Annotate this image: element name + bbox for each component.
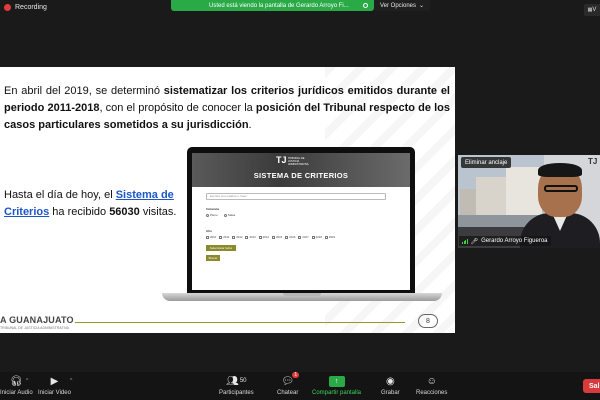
share-screen-button[interactable]: ↑ Compartir pantalla [312,374,361,396]
year-checkbox: 2016 [285,235,295,239]
participant-hair [538,163,582,177]
screen-share-banner: Usted está viendo la pantalla de Gerardo… [171,0,374,11]
year-checkbox: 2019 [324,235,335,239]
footer-org-name: A GUANAJUATO [0,315,74,325]
share-screen-label: Compartir pantalla [312,390,362,396]
recording-indicator: Recording [4,4,47,11]
share-screen-icon: ↑ [328,375,345,387]
tj-logo-text: TRIBUNAL DE JUSTICIA ADMINISTRATIVA [288,157,309,166]
laptop-screen-content: TJ TRIBUNAL DE JUSTICIA ADMINISTRATIVA S… [192,153,410,290]
zoom-meeting-window: Recording Usted está viendo la pantalla … [0,0,600,400]
intro-text-3: . [248,119,252,131]
visits-text-2: ha recibido [49,206,110,218]
audio-options-chevron-icon[interactable]: ^ [26,378,28,384]
criterios-site-header: TJ TRIBUNAL DE JUSTICIA ADMINISTRATIVA S… [192,153,410,187]
participant-glasses [544,185,578,192]
visit-count: 56030 [109,206,140,218]
view-options-label: Ver Opciones [380,2,417,9]
slide-paragraph-visits: Hasta el día de hoy, el Sistema de Crite… [4,187,179,221]
footer-divider [75,322,405,323]
record-dot-icon [4,4,11,11]
view-button-label: V [592,7,597,13]
year-checkbox: 2013 [245,235,256,239]
chat-icon-wrap: 💬︎ 1 [281,372,300,388]
year-checkbox: 2010 [206,235,216,239]
participant-name-tag: 🎤︎ Gerardo Arroyo Figueroa [459,236,551,246]
record-label: Grabar [381,390,400,396]
recording-label: Recording [15,4,47,11]
select-all-button: Seleccionar todos [206,245,236,251]
chat-button[interactable]: 💬︎ 1 Chatear [277,372,300,396]
unpin-button[interactable]: Eliminar anclaje [461,157,512,168]
year-checkbox: 2015 [271,235,282,239]
participants-label: Participantes [219,390,254,396]
tj-logo: TJ [276,155,287,165]
participants-icon-wrap: 👥︎ 50 [226,374,246,388]
criterios-site-title: SISTEMA DE CRITERIOS [253,171,349,180]
start-video-label: Iniciar Video [38,390,71,396]
participants-button[interactable]: 👥︎ 50 Participantes [219,374,254,397]
share-banner-text: Usted está viendo la pantalla de Gerardo… [209,2,349,9]
video-tj-logo: TJ [588,157,598,166]
chat-unread-badge: 1 [292,372,300,378]
year-checkbox: 2011 [219,235,229,239]
instancia-radio-group: Pleno Salas [206,213,235,217]
search-button: Buscar [206,255,220,261]
leave-meeting-button[interactable]: Sali [583,379,600,393]
shared-screen-slide: En abril del 2019, se determinó sistemat… [0,67,455,333]
smiley-plus-icon: ☺ [426,375,437,387]
intro-text-1: En abril del 2019, se determinó [4,85,164,97]
start-audio-label: Iniciar Audio [0,390,33,396]
laptop-notch [283,293,321,296]
mic-icon: 🎤︎ [470,238,479,245]
radio-pleno: Pleno [206,213,218,217]
year-checkbox: 2012 [232,235,242,239]
visits-text-1: Hasta el día de hoy, el [4,189,116,201]
record-icon: ◉ [385,375,395,387]
year-checkbox-group: 2010 2011 2012 2013 2014 2015 2016 2017 … [206,235,335,239]
radio-salas: Salas [223,213,235,217]
banner-status-icon [363,3,368,8]
instancia-label: Instancia [206,207,220,211]
participant-video[interactable]: TJ [458,155,600,248]
reactions-button[interactable]: ☺ Reacciones [416,374,448,397]
laptop-illustration: TJ TRIBUNAL DE JUSTICIA ADMINISTRATIVA S… [187,147,415,293]
reactions-label: Reacciones [416,390,448,396]
video-options-chevron-icon[interactable]: ^ [70,378,72,384]
visits-text-3: visitas. [139,206,177,218]
year-label: Año [206,229,212,233]
headphones-icon: 🎧︎ [9,375,23,387]
chevron-down-icon: ⌄ [419,3,425,9]
signal-strength-icon [462,238,468,244]
meeting-toolbar: 🎧︎ Iniciar Audio ^ ▶︎ Iniciar Video ^ 👥︎… [0,372,600,400]
share-icon-wrap: ↑ [328,374,345,388]
chat-label: Chatear [277,390,299,396]
start-video-button[interactable]: ▶︎ Iniciar Video [38,374,71,397]
year-checkbox: 2018 [311,235,322,239]
record-button[interactable]: ◉ Grabar [381,374,400,397]
participants-icon: 👥︎ [226,375,239,387]
participant-name: Gerardo Arroyo Figueroa [481,238,548,244]
footer-org-subtitle: TRIBUNAL DE JUSTICIA ADMINISTRATIVA [0,326,69,330]
view-options-button[interactable]: Ver Opciones ⌄ [374,0,431,11]
slide-paragraph-intro: En abril del 2019, se determinó sistemat… [4,83,450,134]
criterios-search-input: Escriba una palabra o frase [206,193,386,200]
slide-page-number: 8 [418,314,438,328]
year-checkbox: 2017 [298,235,309,239]
view-button[interactable]: ▦ V [584,4,600,16]
intro-text-2: , con el propósito de conocer la [99,102,256,114]
year-checkbox: 2014 [258,235,269,239]
participants-count: 50 [239,378,247,384]
video-off-icon: ▶︎ [50,375,59,387]
